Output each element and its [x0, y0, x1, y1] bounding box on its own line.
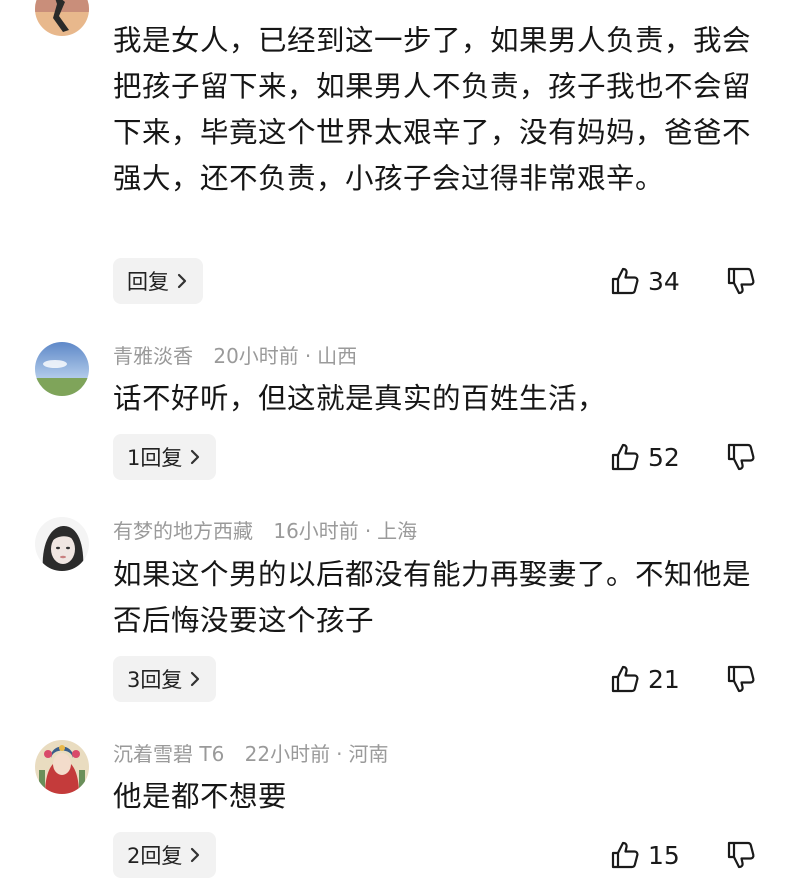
reply-button[interactable]: 回复	[113, 258, 203, 304]
reply-button[interactable]: 3回复	[113, 656, 217, 702]
like-count: 34	[648, 266, 680, 296]
comment-text: 如果这个男的以后都没有能力再娶妻了。不知他是否后悔没要这个孩子	[113, 558, 752, 637]
like-count: 15	[648, 840, 680, 870]
author-name[interactable]: 青雅淡香	[113, 344, 193, 368]
thumb-down-icon[interactable]	[726, 442, 756, 472]
comment-location: 上海	[377, 519, 418, 543]
reply-label: 3回复	[127, 668, 183, 692]
like-button[interactable]: 52	[610, 437, 680, 477]
avatar[interactable]	[35, 517, 89, 571]
like-count: 52	[648, 442, 680, 472]
chevron-right-icon	[191, 671, 200, 687]
avatar[interactable]	[35, 0, 89, 36]
reply-button[interactable]: 1回复	[113, 434, 217, 480]
chevron-right-icon	[177, 273, 187, 289]
chevron-right-icon	[191, 847, 200, 863]
author-name[interactable]: 沉着雪碧 T6	[113, 742, 224, 766]
reply-label: 2回复	[127, 844, 183, 868]
reply-button[interactable]: 2回复	[113, 832, 217, 878]
like-button[interactable]: 21	[610, 659, 680, 699]
meta-separator: ·	[304, 344, 312, 368]
like-button[interactable]: 15	[610, 835, 680, 875]
comment-text: 他是都不想要	[113, 780, 288, 813]
thumb-down-icon[interactable]	[726, 664, 756, 694]
thumb-up-icon	[611, 665, 639, 693]
comment-time: 22小时前	[244, 742, 331, 766]
comment-location: 山西	[317, 344, 358, 368]
avatar[interactable]	[35, 740, 89, 794]
chevron-right-icon	[191, 449, 200, 465]
comment-meta: 有梦的地方西藏 16小时前 · 上海	[113, 517, 417, 545]
thumb-up-icon	[611, 267, 639, 295]
comment-time: 16小时前	[273, 519, 359, 543]
avatar[interactable]	[35, 342, 89, 396]
meta-separator: ·	[364, 519, 372, 543]
comment-text: 我是女人，已经到这一步了，如果男人负责，我会把孩子留下来，如果男人不负责，孩子我…	[113, 24, 752, 195]
thumb-up-icon	[611, 841, 639, 869]
comment-meta: 沉着雪碧 T6 22小时前 · 河南	[113, 740, 388, 768]
author-name[interactable]: 有梦的地方西藏	[113, 519, 253, 543]
comment-time: 20小时前	[213, 344, 299, 368]
thumb-down-icon[interactable]	[726, 840, 756, 870]
comment-location: 河南	[348, 742, 389, 766]
thumb-up-icon	[611, 443, 639, 471]
comment-text: 话不好听，但这就是真实的百姓生活，	[113, 382, 607, 415]
like-button[interactable]: 34	[610, 261, 680, 301]
meta-separator: ·	[336, 742, 343, 766]
reply-label: 回复	[127, 270, 169, 294]
reply-label: 1回复	[127, 446, 183, 470]
thumb-down-icon[interactable]	[726, 266, 756, 296]
like-count: 21	[648, 664, 680, 694]
comment-meta: 青雅淡香 20小时前 · 山西	[113, 342, 357, 370]
